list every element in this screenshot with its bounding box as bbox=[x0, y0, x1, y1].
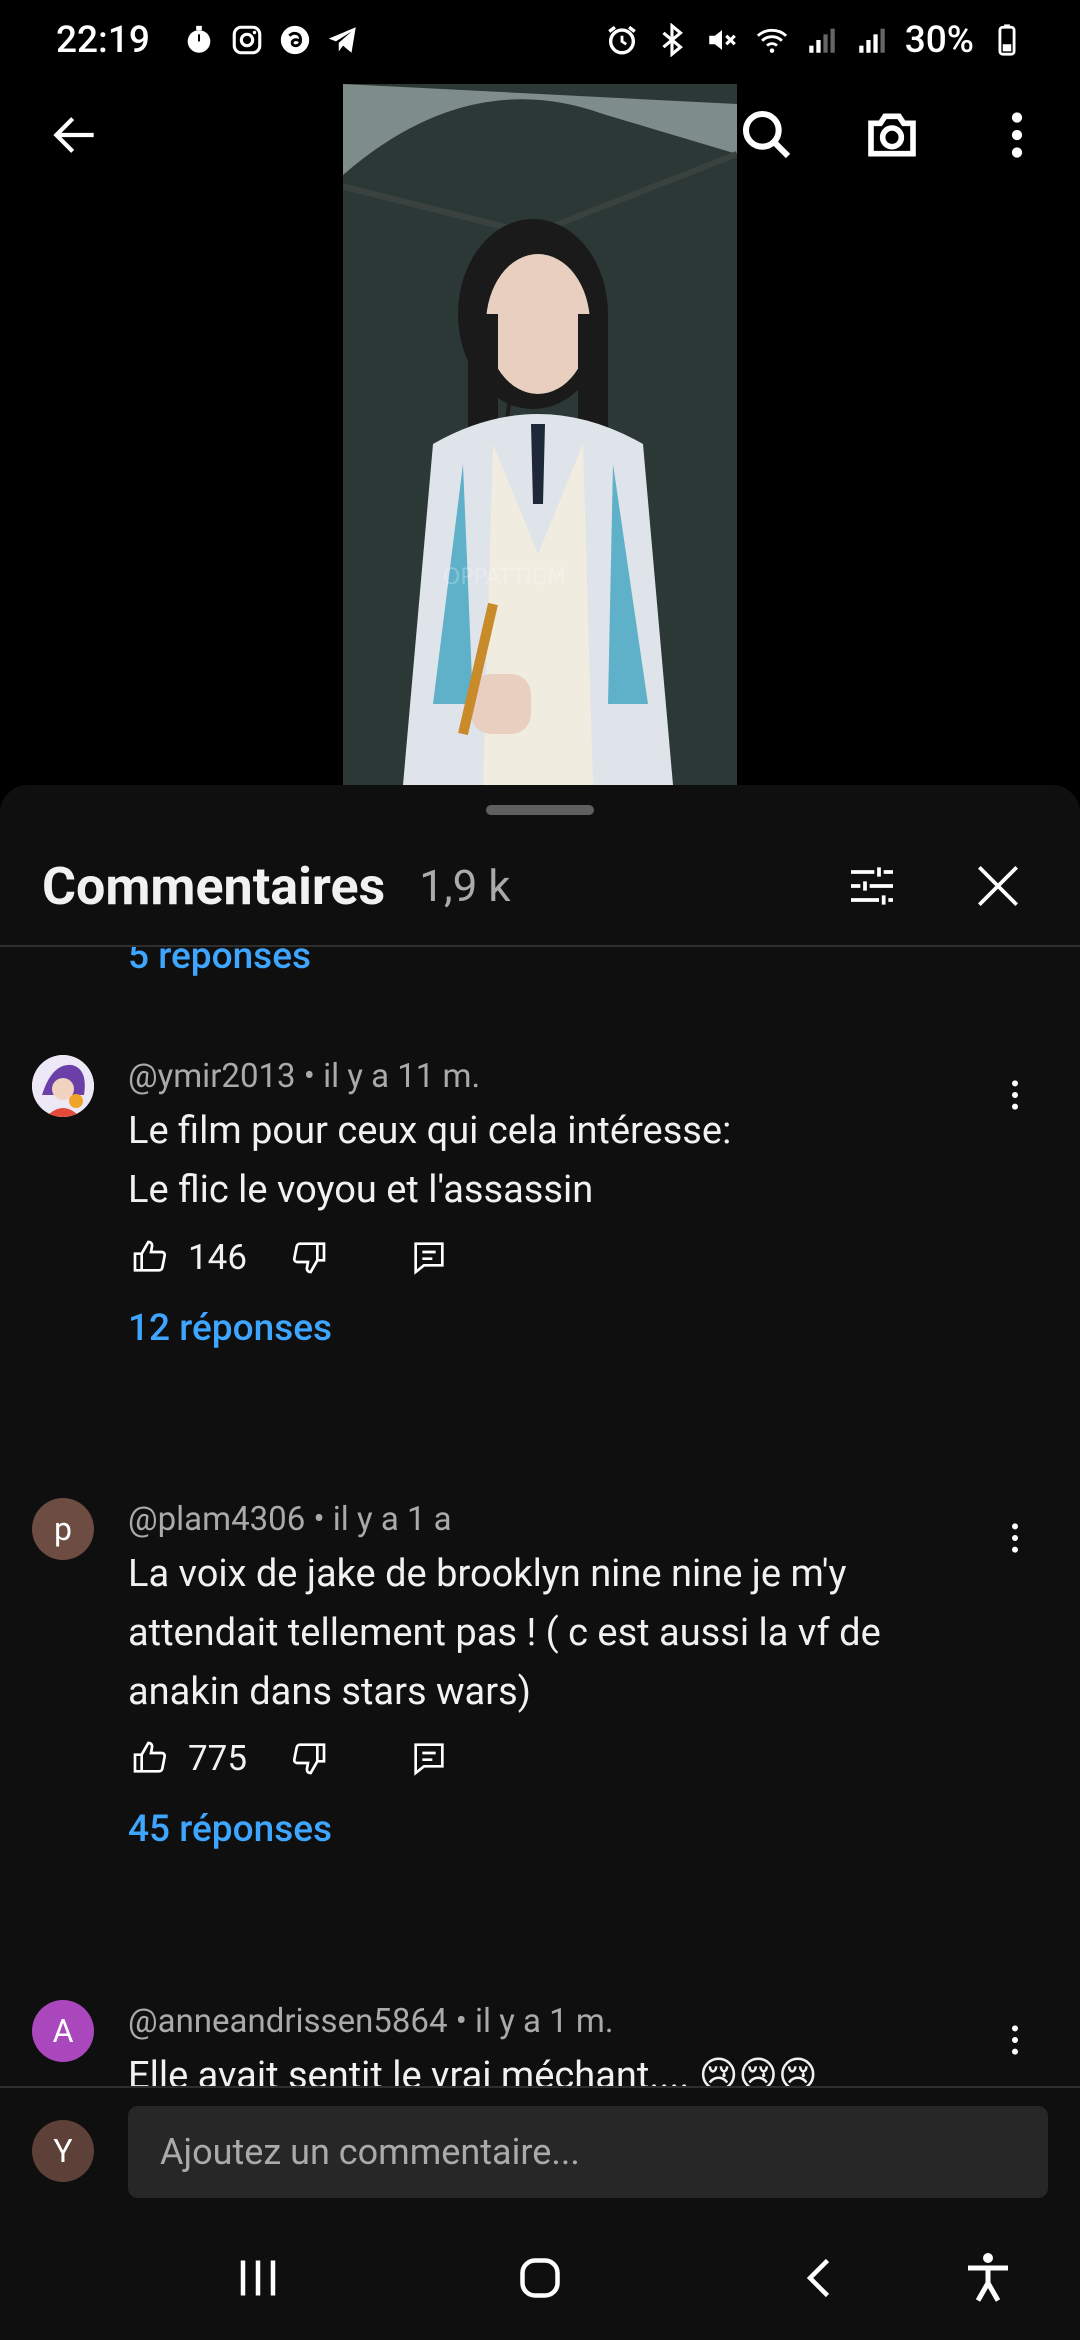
like-count: 775 bbox=[188, 1737, 248, 1779]
battery-icon bbox=[990, 23, 1024, 57]
video-player[interactable]: OPPATTICM bbox=[0, 80, 1080, 785]
comment-text-line: attendait tellement pas ! ( c est aussi … bbox=[128, 1611, 881, 1655]
comments-header: Commentaires 1,9 k bbox=[0, 827, 1080, 947]
filter-button[interactable] bbox=[832, 846, 912, 926]
search-button[interactable] bbox=[722, 90, 812, 180]
avatar-image bbox=[32, 1055, 94, 1117]
comment-meta: @plam4306 • il y a 1 a bbox=[128, 1500, 452, 1539]
meta-separator: • bbox=[455, 2002, 467, 2041]
comment-text-line: Le flic le voyou et l'assassin bbox=[128, 1168, 594, 1212]
comment-author[interactable]: @ymir2013 bbox=[128, 1057, 296, 1096]
mute-icon bbox=[705, 23, 739, 57]
reply-button[interactable] bbox=[407, 1235, 451, 1279]
status-bar: 22:19 30% bbox=[0, 0, 1080, 80]
comment-reply-icon bbox=[414, 1743, 444, 1776]
replies-link[interactable]: 12 réponses bbox=[128, 1307, 332, 1350]
stopwatch-icon bbox=[182, 23, 216, 57]
more-options-button[interactable] bbox=[972, 90, 1062, 180]
back-button[interactable] bbox=[30, 90, 120, 180]
camera-icon bbox=[868, 113, 916, 157]
comment-composer: Y Ajoutez un commentaire... bbox=[0, 2086, 1080, 2216]
comment-text-line: Le film pour ceux qui cela intéresse: bbox=[128, 1109, 732, 1153]
comment-time: il y a 1 m. bbox=[475, 2002, 614, 2041]
comments-list[interactable]: 5 réponses @ymir2013 • il y a 11 m. Le f… bbox=[0, 947, 1080, 2193]
comment-menu-button[interactable] bbox=[990, 1065, 1040, 1125]
search-icon bbox=[742, 110, 791, 159]
reply-button[interactable] bbox=[407, 1736, 451, 1780]
back-nav-button[interactable] bbox=[770, 2236, 870, 2320]
thumbs-down-icon bbox=[292, 1242, 326, 1274]
filter-sliders-icon bbox=[851, 867, 893, 905]
dislike-button[interactable] bbox=[287, 1235, 331, 1279]
signal-icon bbox=[855, 23, 889, 57]
thumbs-up-icon bbox=[133, 1240, 167, 1272]
comment-reply-icon bbox=[414, 1242, 444, 1275]
back-chevron-icon bbox=[806, 2258, 830, 2298]
avatar[interactable] bbox=[32, 1055, 94, 1117]
like-button[interactable] bbox=[128, 1235, 172, 1279]
alarm-icon bbox=[605, 23, 639, 57]
avatar[interactable]: p bbox=[32, 1498, 94, 1560]
comment-author[interactable]: @anneandrissen5864 bbox=[128, 2002, 448, 2041]
recent-apps-button[interactable] bbox=[208, 2236, 308, 2320]
drag-handle[interactable] bbox=[486, 805, 594, 815]
more-vert-icon bbox=[1012, 2025, 1018, 2055]
comment-author[interactable]: @plam4306 bbox=[128, 1500, 305, 1539]
telegram-icon bbox=[326, 23, 360, 57]
like-count: 146 bbox=[188, 1236, 248, 1278]
more-vert-icon bbox=[1012, 1080, 1018, 1110]
home-icon bbox=[520, 2258, 560, 2298]
battery-percent: 30% bbox=[904, 18, 974, 62]
user-avatar[interactable]: Y bbox=[32, 2120, 94, 2182]
comments-sheet: Commentaires 1,9 k 5 réponses @ymir2013 … bbox=[0, 785, 1080, 2340]
status-time: 22:19 bbox=[56, 18, 150, 62]
video-watermark: OPPATTICM bbox=[443, 565, 566, 590]
comment-text: Le film pour ceux qui cela intéresse: Le… bbox=[128, 1102, 988, 1220]
comment-time: il y a 11 m. bbox=[323, 1057, 481, 1096]
wifi-icon bbox=[755, 23, 789, 57]
camera-button[interactable] bbox=[847, 90, 937, 180]
accessibility-button[interactable] bbox=[938, 2236, 1038, 2320]
home-button[interactable] bbox=[490, 2236, 590, 2320]
dislike-button[interactable] bbox=[287, 1736, 331, 1780]
comment-menu-button[interactable] bbox=[990, 1508, 1040, 1568]
accessibility-icon bbox=[968, 2253, 1008, 2302]
add-comment-input[interactable]: Ajoutez un commentaire... bbox=[128, 2106, 1048, 2198]
system-nav-bar bbox=[0, 2216, 1080, 2340]
comments-count: 1,9 k bbox=[419, 860, 511, 912]
bluetooth-icon bbox=[655, 23, 689, 57]
comment-meta: @ymir2013 • il y a 11 m. bbox=[128, 1057, 480, 1096]
comment-actions: 146 bbox=[128, 1227, 451, 1287]
more-vert-icon bbox=[1012, 1523, 1018, 1553]
comment-menu-button[interactable] bbox=[990, 2010, 1040, 2070]
comment-actions: 775 bbox=[128, 1728, 451, 1788]
avatar[interactable]: A bbox=[32, 2000, 94, 2062]
video-thumbnail-image: OPPATTICM bbox=[343, 84, 737, 785]
comments-title: Commentaires bbox=[42, 855, 386, 917]
comment-text-line: La voix de jake de brooklyn nine nine je… bbox=[128, 1552, 847, 1596]
comment-text: La voix de jake de brooklyn nine nine je… bbox=[128, 1545, 988, 1722]
recent-apps-icon bbox=[240, 2260, 276, 2296]
signal-icon bbox=[805, 23, 839, 57]
thumbs-down-icon bbox=[292, 1743, 326, 1775]
back-arrow-icon bbox=[53, 117, 94, 153]
instagram-icon bbox=[230, 23, 264, 57]
meta-separator: • bbox=[303, 1057, 315, 1096]
threads-icon bbox=[278, 23, 312, 57]
close-button[interactable] bbox=[958, 846, 1038, 926]
replies-link[interactable]: 5 réponses bbox=[128, 947, 311, 978]
replies-link[interactable]: 45 réponses bbox=[128, 1808, 332, 1851]
comment-text-line: anakin dans stars wars) bbox=[128, 1670, 531, 1714]
video-frame[interactable]: OPPATTICM bbox=[343, 84, 737, 785]
close-icon bbox=[978, 866, 1018, 906]
comment-time: il y a 1 a bbox=[332, 1500, 452, 1539]
comment-meta: @anneandrissen5864 • il y a 1 m. bbox=[128, 2002, 614, 2041]
thumbs-up-icon bbox=[133, 1741, 167, 1773]
more-vert-icon bbox=[1011, 112, 1023, 158]
meta-separator: • bbox=[313, 1500, 325, 1539]
like-button[interactable] bbox=[128, 1736, 172, 1780]
